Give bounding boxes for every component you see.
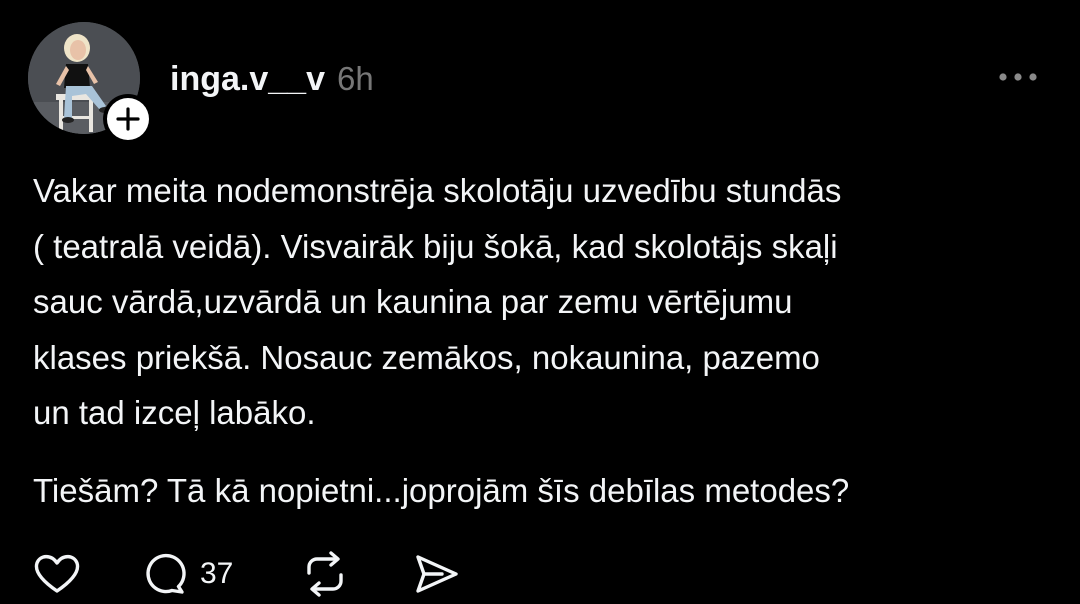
- timestamp: 6h: [336, 60, 374, 97]
- post-paragraph-2: Tiešām? Tā kā nopietni...joprojām šīs de…: [33, 471, 850, 509]
- post-paragraph-1: Vakar meita nodemonstrēja skolotāju uzve…: [33, 172, 842, 431]
- follow-button-circle: [107, 98, 149, 140]
- post-header: inga.v__v 6h: [170, 56, 374, 102]
- send-icon: [416, 555, 458, 593]
- reply-button[interactable]: 37: [142, 548, 233, 600]
- more-horizontal-icon: [999, 73, 1037, 81]
- share-button[interactable]: [412, 548, 462, 600]
- follow-button[interactable]: [103, 94, 153, 144]
- plus-icon: [116, 107, 140, 131]
- repost-button[interactable]: [300, 548, 350, 600]
- like-button[interactable]: [32, 548, 82, 600]
- avatar-container: [28, 22, 153, 144]
- more-options-button[interactable]: [994, 62, 1042, 92]
- repost-icon: [307, 551, 343, 597]
- thread-post: inga.v__v 6h Vakar meita nodemonstrēja s…: [0, 0, 1080, 604]
- reply-count: 37: [200, 557, 234, 590]
- comment-icon: [146, 553, 186, 594]
- username[interactable]: inga.v__v: [170, 60, 325, 99]
- post-text: Vakar meita nodemonstrēja skolotāju uzve…: [33, 163, 1033, 518]
- heart-icon: [34, 554, 80, 593]
